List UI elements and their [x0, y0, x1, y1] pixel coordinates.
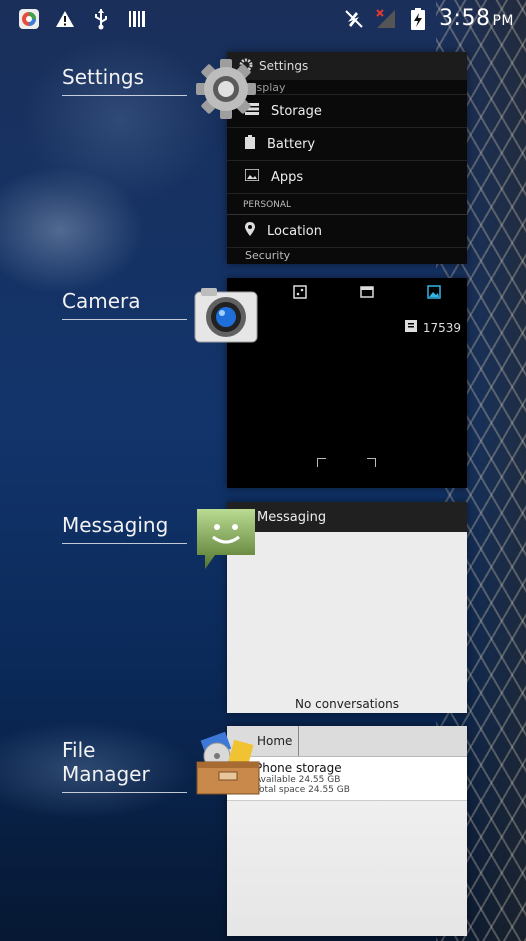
- storage-name: Phone storage: [255, 761, 342, 775]
- app-notification-icon: [18, 8, 40, 30]
- apps-icon: [244, 168, 260, 185]
- vibrate-mute-icon: [343, 8, 365, 30]
- status-clock: 3:58 PM: [439, 6, 514, 31]
- notification-icons: [18, 8, 148, 30]
- settings-row-security: Security: [245, 248, 291, 262]
- settings-row-apps: Apps: [227, 161, 467, 194]
- file-manager-breadcrumb-bar: Home: [227, 726, 467, 757]
- usb-icon: [90, 8, 112, 30]
- battery-charging-icon: [407, 7, 429, 30]
- recent-app-label-messaging[interactable]: Messaging: [62, 513, 187, 544]
- focus-corner-right: [367, 458, 376, 467]
- battery-icon: [245, 135, 255, 153]
- settings-row-battery: Battery: [227, 128, 467, 161]
- settings-section-personal: PERSONAL: [227, 194, 467, 215]
- file-manager-storage-item: Phone storage Available 24.55 GB Total s…: [227, 757, 467, 801]
- recent-thumbnail-camera[interactable]: 17539: [227, 278, 467, 488]
- recent-thumbnail-messaging[interactable]: Messaging No conversations: [227, 502, 467, 713]
- settings-row-display: Display: [227, 80, 467, 95]
- barcode-icon: [126, 8, 148, 30]
- recent-app-label-camera[interactable]: Camera: [62, 289, 187, 320]
- camera-remaining-count: 17539: [404, 320, 461, 335]
- sd-card-icon: [404, 320, 417, 335]
- settings-app-icon[interactable]: [193, 56, 259, 122]
- location-icon: [245, 222, 255, 240]
- messaging-app-icon[interactable]: [193, 505, 259, 571]
- recent-thumbnail-settings[interactable]: Settings Display Storage Battery Apps PE…: [227, 52, 467, 264]
- file-manager-app-icon[interactable]: [195, 730, 261, 796]
- system-icons: 3:58 PM: [343, 6, 514, 31]
- no-signal-icon: [375, 8, 397, 30]
- recent-app-label-settings[interactable]: Settings: [62, 65, 187, 96]
- camera-mode-bar: [227, 278, 467, 308]
- focus-corner-left: [317, 458, 326, 467]
- settings-title-bar: Settings: [227, 52, 467, 80]
- recent-thumbnail-file-manager[interactable]: Home Phone storage Available 24.55 GB To…: [227, 726, 467, 936]
- messaging-title-bar: Messaging: [227, 502, 467, 532]
- warning-icon: [54, 8, 76, 30]
- camera-app-icon[interactable]: [193, 284, 259, 350]
- breadcrumb-home: Home: [255, 726, 300, 756]
- video-mode-icon: [360, 284, 374, 303]
- panorama-mode-icon: [293, 284, 308, 303]
- settings-row-location: Location: [227, 215, 467, 248]
- status-bar: 3:58 PM: [0, 0, 526, 44]
- photo-mode-icon: [426, 284, 441, 303]
- settings-row-storage: Storage: [227, 95, 467, 128]
- recent-app-label-file-manager[interactable]: File Manager: [62, 738, 187, 793]
- storage-available: Available 24.55 GB: [255, 775, 341, 785]
- messaging-empty-text: No conversations: [295, 697, 399, 711]
- storage-total: Total space 24.55 GB: [255, 785, 350, 795]
